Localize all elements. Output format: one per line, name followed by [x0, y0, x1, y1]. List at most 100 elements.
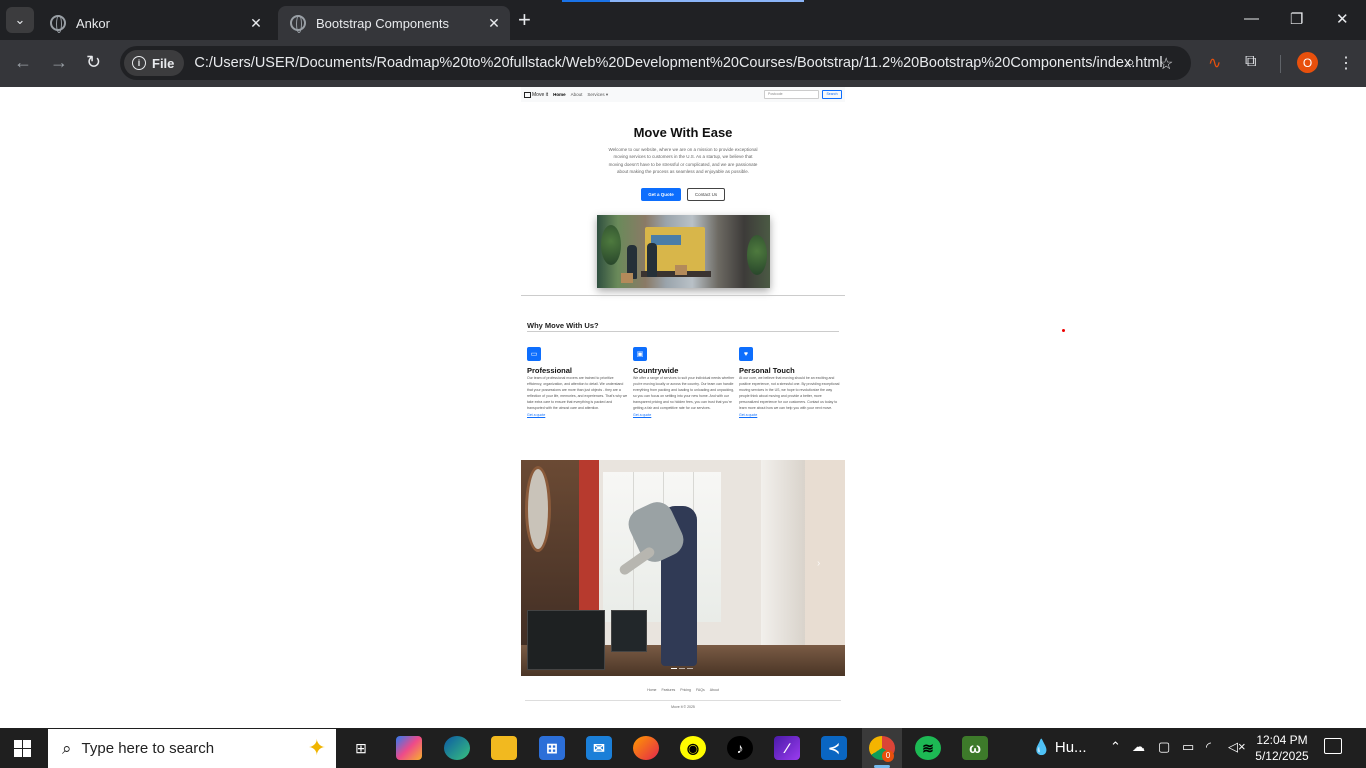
nav-link-about[interactable]: About [571, 92, 583, 97]
extension-acrobat-icon[interactable]: ∿ [1208, 53, 1221, 73]
bookmark-star-icon[interactable]: ☆ [1159, 54, 1173, 74]
close-tab-icon[interactable]: ✕ [246, 15, 266, 32]
section-divider [521, 295, 845, 296]
address-bar[interactable]: i File C:/Users/USER/Documents/Roadmap%2… [120, 46, 1191, 80]
volume-muted-icon[interactable]: ◁× [1228, 739, 1246, 755]
footer-link-faqs[interactable]: FAQs [696, 688, 705, 692]
notifications-icon[interactable] [1324, 738, 1342, 754]
tiktok-icon[interactable]: ♪ [727, 736, 753, 760]
spotify-icon[interactable]: ≋ [915, 736, 941, 760]
carousel-indicators[interactable] [671, 668, 693, 669]
mail-icon[interactable]: ✉ [586, 736, 612, 760]
site-info-chip[interactable]: i File [124, 50, 185, 76]
taskbar-search-box[interactable]: ⌕ Type here to search ✦ [48, 729, 336, 768]
nav-link-home[interactable]: Home [553, 92, 566, 97]
loading-bar [562, 0, 804, 2]
close-tab-icon[interactable]: ✕ [484, 15, 504, 32]
toolbar-divider [1280, 55, 1281, 73]
website: Move it Home About Services ▾ Postcode S… [521, 87, 845, 728]
footer-link-pricing[interactable]: Pricing [680, 688, 691, 692]
footer-nav: Home Features Pricing FAQs About [521, 688, 845, 692]
search-button[interactable]: Search [822, 90, 842, 99]
forward-icon[interactable]: → [50, 52, 68, 72]
features-divider [527, 331, 839, 332]
feature-quote-link[interactable]: Get a quote [633, 413, 735, 417]
wifi-icon[interactable]: ◜ [1206, 739, 1211, 755]
feature-professional: ▭ Professional Our team of professional … [527, 347, 629, 417]
nav-dropdown-services[interactable]: Services ▾ [587, 92, 608, 98]
plant-shape [747, 235, 767, 275]
microsoft-store-icon[interactable]: ⊞ [539, 736, 565, 760]
minimize-icon[interactable]: — [1244, 10, 1259, 27]
video-editor-icon[interactable]: ∕ [774, 736, 800, 760]
tab-search-button[interactable]: ⌄ [6, 7, 34, 33]
box-logo-icon [524, 91, 531, 98]
tab-title: Bootstrap Components [316, 15, 449, 31]
image-carousel[interactable]: › [521, 460, 845, 676]
firefox-icon[interactable] [633, 736, 659, 760]
page-viewport: Move it Home About Services ▾ Postcode S… [0, 87, 1366, 728]
system-clock[interactable]: 12:04 PM 5/12/2025 [1244, 732, 1320, 764]
tab-bootstrap-components[interactable]: Bootstrap Components ✕ [278, 6, 510, 40]
feature-text: At our core, we believe that moving shou… [739, 376, 840, 410]
weather-widget[interactable]: 💧 Hu... [1032, 738, 1087, 756]
copilot-app-icon[interactable] [396, 736, 422, 760]
postcode-search-input[interactable]: Postcode [764, 90, 819, 99]
carousel-next-icon[interactable]: › [817, 558, 820, 569]
feature-title: Personal Touch [739, 366, 795, 375]
windows-start-icon[interactable] [14, 740, 31, 757]
battery-icon[interactable]: ▭ [1182, 739, 1194, 755]
features-title: Why Move With Us? [527, 321, 599, 330]
brand-label: Move it [532, 91, 549, 98]
close-window-icon[interactable]: ✕ [1336, 10, 1349, 28]
vscode-icon[interactable]: ≺ [821, 736, 847, 760]
water-drop-icon: 💧 [1032, 739, 1051, 756]
navbar-brand[interactable]: Move it [524, 91, 549, 98]
monitor-icon: ▣ [633, 347, 647, 361]
show-hidden-icons-icon[interactable]: ⌃ [1110, 739, 1121, 755]
site-info-label: File [152, 55, 175, 71]
edge-browser-icon[interactable] [444, 736, 470, 760]
get-a-quote-button[interactable]: Get a Quote [641, 188, 681, 201]
meet-now-icon[interactable]: ▢ [1158, 739, 1170, 755]
footer-link-home[interactable]: Home [647, 688, 656, 692]
feature-personal-touch: ♥ Personal Touch At our core, we believe… [739, 347, 841, 417]
hero-title: Move With Ease [633, 125, 733, 140]
snapchat-icon[interactable]: ◉ [680, 736, 706, 760]
file-explorer-icon[interactable] [491, 736, 517, 760]
copilot-sparkle-icon: ✦ [307, 735, 326, 760]
storage-crate-shape [611, 610, 647, 652]
site-navbar: Move it Home About Services ▾ Postcode S… [521, 87, 845, 102]
tab-title: Ankor [76, 15, 110, 31]
feature-quote-link[interactable]: Get a quote [527, 413, 629, 417]
plant-shape [601, 225, 621, 265]
restore-icon[interactable]: ❐ [1290, 10, 1303, 28]
storage-crate-shape [527, 610, 605, 670]
new-tab-button[interactable]: + [518, 8, 531, 32]
zoom-icon[interactable]: ⌕ [1126, 54, 1135, 72]
globe-icon [50, 15, 66, 33]
chrome-taskbar-item[interactable]: 0 [862, 728, 902, 768]
app-green-icon[interactable]: ω [962, 736, 988, 760]
footer-link-features[interactable]: Features [661, 688, 675, 692]
box-shape [675, 265, 687, 275]
onedrive-icon[interactable]: ☁ [1132, 739, 1145, 755]
footer-link-about[interactable]: About [710, 688, 719, 692]
round-mirror-shape [525, 466, 551, 552]
clock-time: 12:04 PM [1256, 733, 1308, 747]
extensions-puzzle-icon[interactable]: ⧉ [1245, 53, 1256, 71]
contact-us-button[interactable]: Contact Us [687, 188, 725, 201]
url-text[interactable]: C:/Users/USER/Documents/Roadmap%20to%20f… [194, 55, 1162, 71]
box-shape [621, 273, 633, 283]
windows-taskbar: ⌕ Type here to search ✦ ⊞ ⊞ ✉ ◉ ♪ ∕ ≺ 0 … [0, 728, 1366, 768]
info-icon: i [132, 56, 146, 70]
back-icon[interactable]: ← [14, 52, 32, 72]
menu-kebab-icon[interactable]: ⋮ [1338, 53, 1354, 73]
profile-avatar[interactable]: O [1297, 52, 1318, 73]
reload-icon[interactable]: ↻ [86, 52, 101, 72]
feature-quote-link[interactable]: Get a quote [739, 413, 841, 417]
briefcase-icon: ▭ [527, 347, 541, 361]
tab-ankor[interactable]: Ankor ✕ [38, 6, 272, 40]
task-view-icon[interactable]: ⊞ [348, 736, 374, 760]
hero-moving-truck-image [597, 215, 770, 288]
